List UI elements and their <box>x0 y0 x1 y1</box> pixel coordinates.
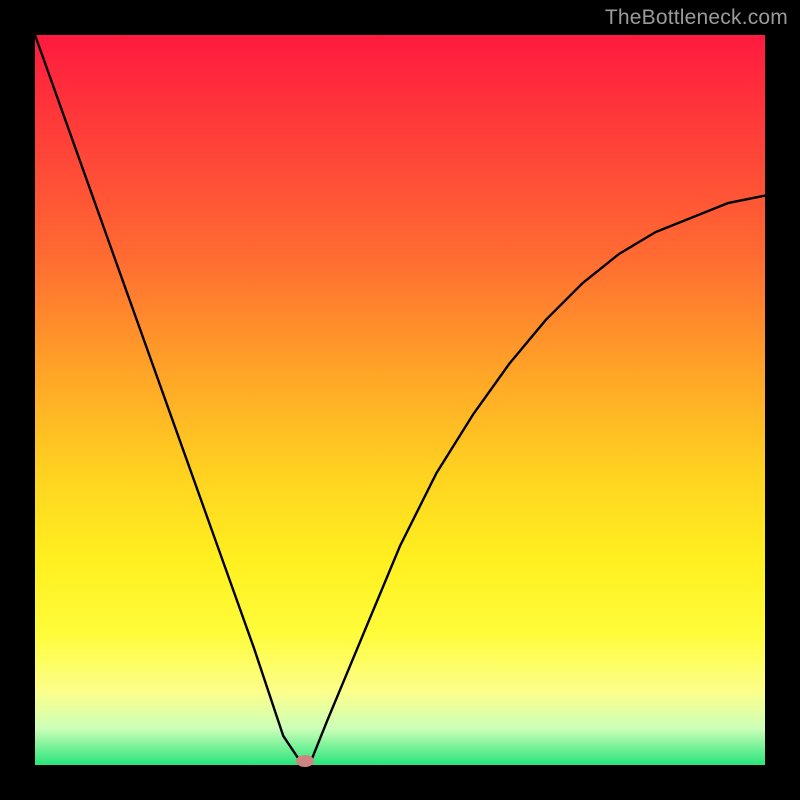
chart-container: TheBottleneck.com <box>0 0 800 800</box>
bottleneck-curve <box>35 35 765 765</box>
plot-area <box>35 35 765 765</box>
watermark-text: TheBottleneck.com <box>605 6 788 30</box>
optimal-point-marker <box>296 755 314 767</box>
